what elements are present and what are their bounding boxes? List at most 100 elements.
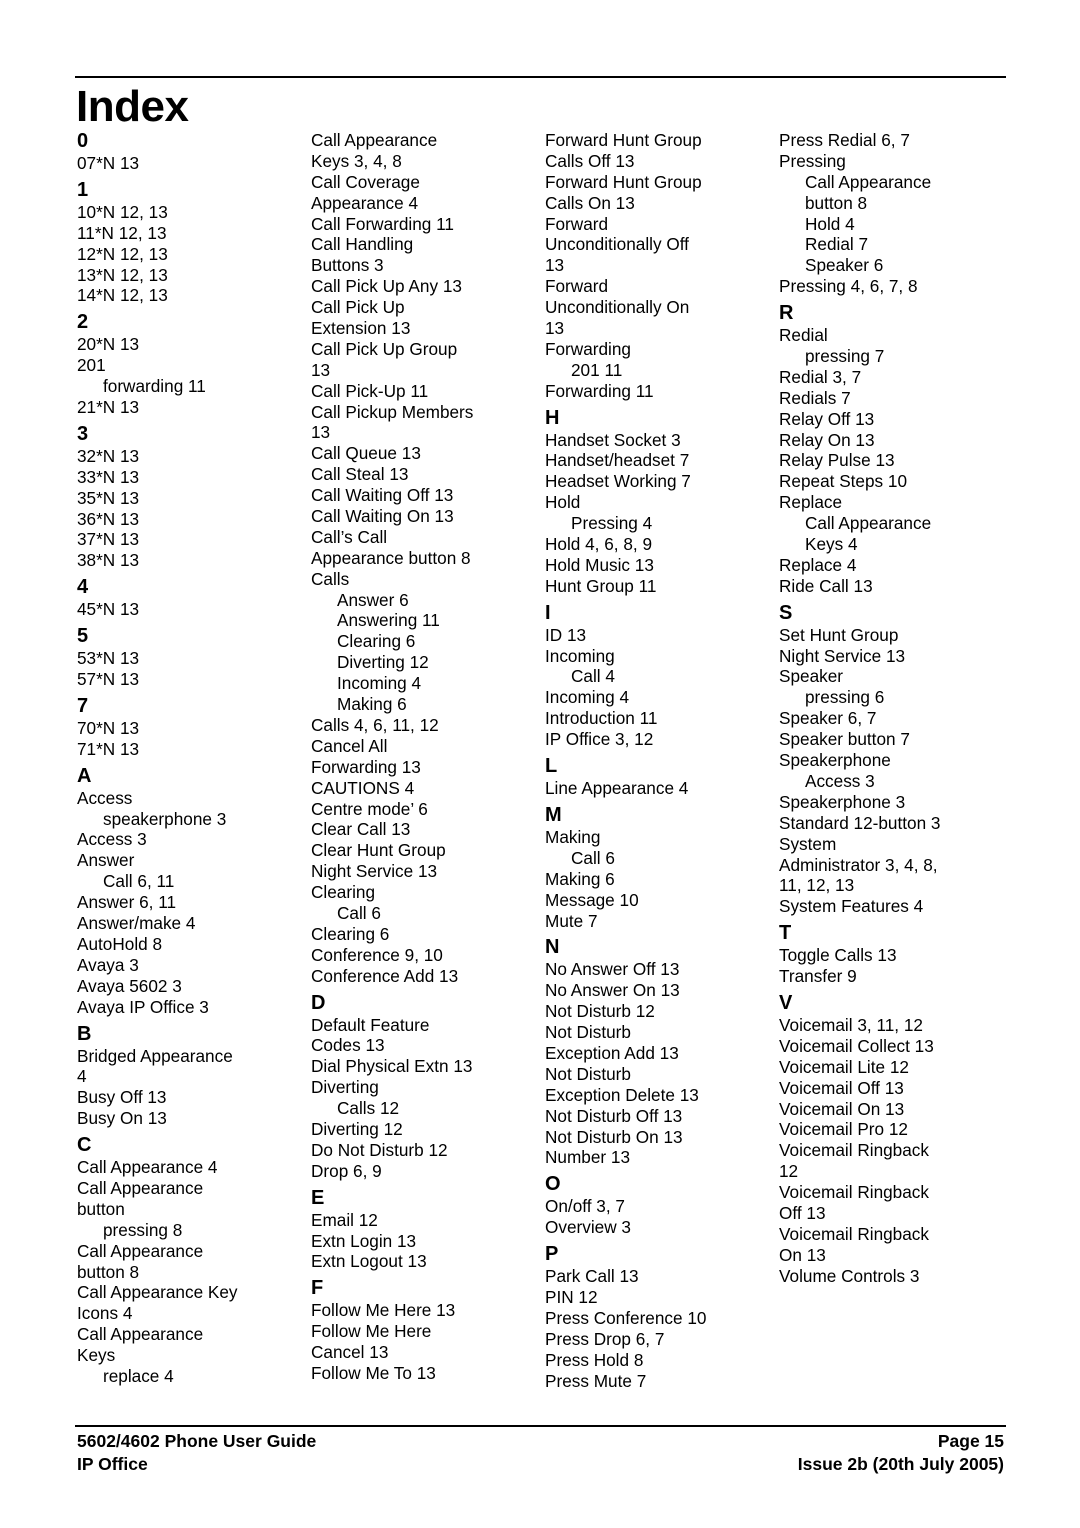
index-entry: Clear Call 13	[311, 819, 411, 840]
index-column-2: Call Appearance Keys 3, 4, 8 Call Coverage…	[311, 130, 541, 1384]
index-subentry: Answering 11	[337, 610, 440, 631]
index-letter-heading: T	[779, 922, 792, 945]
index-entry: 71*N 13	[77, 738, 140, 759]
index-entry: Press Conference 10	[545, 1307, 707, 1328]
index-entry: Headset Working 7	[545, 471, 691, 492]
index-entry: 4	[77, 1066, 87, 1087]
index-entry: Press Mute 7	[545, 1370, 647, 1391]
index-column-1: 0 07*N 13 1 10*N 12, 13 11*N 12, 13 12*N 12, …	[77, 130, 307, 1387]
index-subentry: Pressing 4	[571, 513, 653, 534]
index-entry: Number 13	[545, 1147, 631, 1168]
index-entry: Making	[545, 826, 601, 847]
index-entry: Not Disturb Off 13	[545, 1105, 683, 1126]
index-entry: 12*N 12, 13	[77, 243, 168, 264]
index-entry: Night Service 13	[779, 645, 906, 666]
index-letter-heading: N	[545, 936, 560, 959]
index-entry: System Features 4	[779, 896, 924, 917]
index-entry: Avaya 5602 3	[77, 975, 182, 996]
index-entry: Call Pick-Up 11	[311, 380, 429, 401]
index-entry: Not Disturb	[545, 1063, 631, 1084]
index-entry: Speaker	[779, 666, 844, 687]
index-entry: Call Coverage	[311, 171, 420, 192]
index-entry: Not Disturb On 13	[545, 1126, 683, 1147]
index-letter-heading: A	[77, 764, 92, 787]
index-letter-heading: 5	[77, 625, 89, 648]
index-entry: 13	[311, 359, 331, 380]
index-entry: Email 12	[311, 1209, 378, 1230]
index-entry: 13	[545, 255, 565, 276]
index-subentry: 201 11	[571, 359, 623, 380]
index-entry: Access 3	[77, 829, 147, 850]
index-subentry: Calls 12	[337, 1098, 400, 1119]
index-letter-heading: I	[545, 601, 551, 624]
index-entry: Call Steal 13	[311, 464, 409, 485]
index-entry: Clearing	[311, 882, 376, 903]
index-entry: Relay Off 13	[779, 408, 875, 429]
index-entry: 13*N 12, 13	[77, 264, 168, 285]
index-letter-heading: R	[779, 302, 794, 325]
index-entry: Call Appearance	[77, 1177, 204, 1198]
index-entry: Press Hold 8	[545, 1349, 644, 1370]
index-entry: 37*N 13	[77, 529, 140, 550]
index-entry: Follow Me Here 13	[311, 1300, 456, 1321]
index-entry: Forward	[545, 213, 609, 234]
index-letter-heading: B	[77, 1022, 92, 1045]
index-entry: Call Pickup Members	[311, 401, 474, 422]
index-entry: Handset Socket 3	[545, 429, 681, 450]
index-entry: Speakerphone 3	[779, 791, 906, 812]
index-column-3: Forward Hunt Group Calls Off 13 Forward Hu…	[545, 130, 775, 1391]
index-entry: 57*N 13	[77, 669, 140, 690]
index-entry: CAUTIONS 4	[311, 777, 415, 798]
index-entry: Call Appearance	[77, 1240, 204, 1261]
index-entry: No Answer Off 13	[545, 959, 680, 980]
index-entry: Ride Call 13	[779, 575, 873, 596]
index-entry: Message 10	[545, 889, 639, 910]
index-entry: 70*N 13	[77, 717, 140, 738]
index-entry: AutoHold 8	[77, 933, 163, 954]
index-entry: Replace	[779, 492, 843, 513]
index-column-4: Press Redial 6, 7 Pressing Call Appearance…	[779, 130, 1009, 1287]
index-entry: 12	[779, 1161, 799, 1182]
index-letter-heading: M	[545, 803, 562, 826]
index-entry: 11*N 12, 13	[77, 222, 167, 243]
index-entry: 36*N 13	[77, 508, 140, 529]
index-entry: Mute 7	[545, 910, 598, 931]
index-entry: Answer 6, 11	[77, 892, 177, 913]
product-name: IP Office	[77, 1454, 148, 1474]
index-entry: Exception Add 13	[545, 1042, 679, 1063]
index-entry: Night Service 13	[311, 861, 438, 882]
index-entry: Answer	[77, 850, 135, 871]
index-entry: Pressing	[779, 150, 846, 171]
index-entry: Call Pick Up Any 13	[311, 276, 462, 297]
index-entry: Relay On 13	[779, 429, 875, 450]
index-entry: Call’s Call	[311, 526, 388, 547]
index-entry: Default Feature	[311, 1014, 430, 1035]
index-subentry: pressing 6	[805, 687, 885, 708]
index-entry: Unconditionally Off	[545, 234, 689, 255]
index-entry: System	[779, 833, 837, 854]
index-letter-heading: 3	[77, 422, 89, 445]
index-entry: Cancel 13	[311, 1342, 389, 1363]
index-entry: Voicemail Ringback	[779, 1140, 929, 1161]
index-entry: Voicemail Off 13	[779, 1077, 904, 1098]
index-subentry: replace 4	[103, 1365, 174, 1386]
index-entry: Replace 4	[779, 554, 857, 575]
index-letter-heading: D	[311, 991, 326, 1014]
index-subentry: pressing 7	[805, 346, 885, 367]
index-subentry: Hold 4	[805, 213, 855, 234]
index-entry: Follow Me To 13	[311, 1362, 436, 1383]
index-entry: Extension 13	[311, 318, 411, 339]
index-entry: Drop 6, 9	[311, 1160, 382, 1181]
index-letter-heading: F	[311, 1277, 324, 1300]
index-entry: 13	[311, 422, 331, 443]
index-entry: Call Forwarding 11	[311, 213, 454, 234]
index-letter-heading: L	[545, 755, 558, 778]
index-subentry: Answer 6	[337, 589, 409, 610]
index-entry: No Answer On 13	[545, 980, 680, 1001]
index-subentry: forwarding 11	[103, 376, 206, 397]
index-entry: On 13	[779, 1244, 826, 1265]
index-entry: Keys	[77, 1345, 116, 1366]
index-entry: Diverting	[311, 1077, 379, 1098]
index-entry: Conference 9, 10	[311, 944, 443, 965]
index-entry: Bridged Appearance	[77, 1045, 233, 1066]
